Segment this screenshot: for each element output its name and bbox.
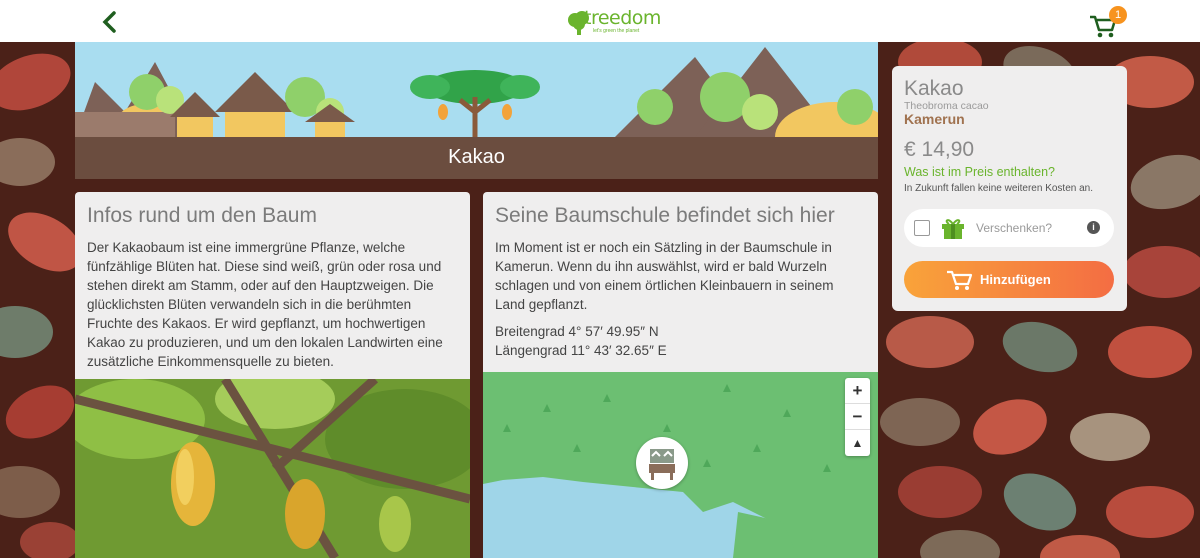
gift-label: Verschenken? <box>976 221 1053 235</box>
nursery-map-marker[interactable] <box>636 437 688 489</box>
longitude-text: Längengrad 11° 43′ 32.65″ E <box>495 343 667 358</box>
product-name: Kakao <box>904 77 964 100</box>
nursery-text: Im Moment ist er noch ein Sätzling in de… <box>495 240 834 312</box>
treedom-logo[interactable]: treedom let's green the planet <box>566 6 661 38</box>
gift-info-icon[interactable]: i <box>1087 221 1100 234</box>
tree-info-card: Infos rund um den Baum Der Kakaobaum ist… <box>75 192 470 379</box>
nursery-card: Seine Baumschule befindet sich hier Im M… <box>483 192 878 372</box>
tree-info-text: Der Kakaobaum ist eine immergrüne Pflanz… <box>87 240 443 369</box>
add-to-cart-label: Hinzufügen <box>980 272 1051 287</box>
page-title: Kakao <box>448 146 505 168</box>
cart-button[interactable]: 1 <box>1088 6 1128 38</box>
map-zoom-control: + − ▲ <box>845 378 870 456</box>
cart-icon <box>947 270 973 290</box>
cart-count-badge: 1 <box>1109 6 1127 24</box>
add-to-cart-button[interactable]: Hinzufügen <box>904 261 1114 298</box>
gift-icon <box>942 219 964 239</box>
top-bar: treedom let's green the planet 1 <box>0 0 1200 42</box>
tree-info-title: Infos rund um den Baum <box>87 204 317 227</box>
price-note: In Zukunft fallen keine weiteren Kosten … <box>904 183 1094 194</box>
hero-banner: Kakao <box>75 42 878 179</box>
gift-checkbox[interactable] <box>914 220 930 236</box>
nursery-map[interactable]: + − ▲ <box>483 372 878 558</box>
gift-option: Verschenken? i <box>904 209 1114 247</box>
logo-tagline: let's green the planet <box>593 28 640 34</box>
zoom-in-button[interactable]: + <box>845 378 870 404</box>
purchase-panel: Kakao Theobroma cacao Kamerun € 14,90 Wa… <box>892 66 1127 311</box>
reset-north-button[interactable]: ▲ <box>845 430 870 456</box>
nursery-title: Seine Baumschule befindet sich hier <box>495 204 835 227</box>
product-price: € 14,90 <box>904 138 975 161</box>
back-chevron-icon[interactable] <box>98 9 124 35</box>
cocoa-pod-image <box>75 379 470 558</box>
cocoa-tree-photo <box>75 379 470 558</box>
price-info-link[interactable]: Was ist im Preis enthalten? <box>904 165 1055 179</box>
zoom-out-button[interactable]: − <box>845 404 870 430</box>
nursery-icon <box>649 449 675 480</box>
product-country: Kamerun <box>904 111 965 127</box>
logo-wordmark: treedom <box>584 7 661 29</box>
latitude-text: Breitengrad 4° 57′ 49.95″ N <box>495 324 659 339</box>
